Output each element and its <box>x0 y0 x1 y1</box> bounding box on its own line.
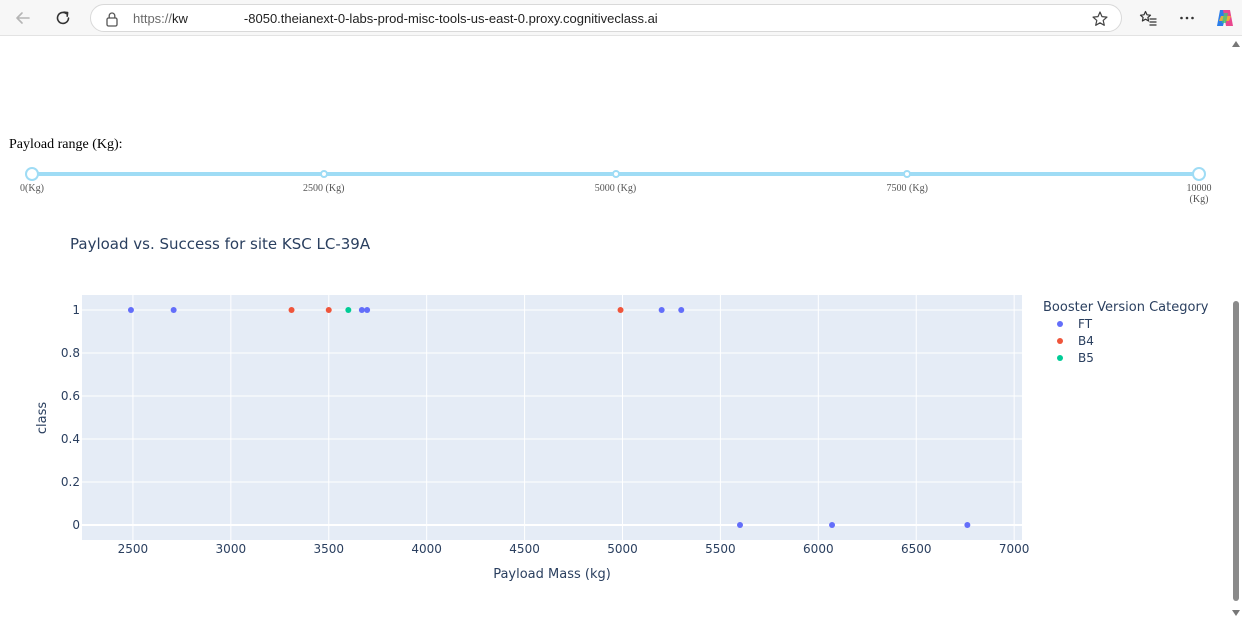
data-point-ft[interactable] <box>964 521 971 528</box>
legend-label-ft[interactable]: FT <box>1078 317 1093 331</box>
x-tick-label: 6500 <box>901 542 932 556</box>
x-tick-label: 4000 <box>411 542 442 556</box>
more-icon <box>1180 16 1194 20</box>
slider-mark-label: 2500 (Kg) <box>303 183 345 194</box>
data-point-ft[interactable] <box>358 307 365 314</box>
legend-label-b4[interactable]: B4 <box>1078 334 1094 348</box>
slider-mark-dot[interactable] <box>903 170 912 178</box>
data-point-b5[interactable] <box>345 307 352 314</box>
scroll-up-arrow[interactable] <box>1232 41 1240 47</box>
url-host-start: kw <box>172 11 188 26</box>
payload-success-chart: Payload vs. Success for site KSC LC-39A … <box>0 220 1230 620</box>
x-tick-label: 4500 <box>509 542 540 556</box>
slider-mark-label: 10000 (Kg) <box>1186 183 1212 205</box>
data-point-ft[interactable] <box>658 307 665 314</box>
refresh-icon <box>56 11 70 25</box>
slider-mark-dot[interactable] <box>319 170 328 178</box>
page-scrollbar[interactable] <box>1230 37 1242 620</box>
data-point-b4[interactable] <box>617 307 624 314</box>
x-axis-label: Payload Mass (kg) <box>493 567 611 582</box>
plot-area[interactable] <box>82 295 1022 540</box>
x-tick-label: 7000 <box>999 542 1030 556</box>
scatter-chart-svg: Payload vs. Success for site KSC LC-39A … <box>35 235 1209 582</box>
y-tick-label: 0 <box>72 518 80 532</box>
y-axis-label: class <box>35 402 50 434</box>
x-tick-label: 5500 <box>705 542 736 556</box>
payload-range-label: Payload range (Kg): <box>9 137 123 152</box>
legend-marker-ft[interactable] <box>1057 321 1063 327</box>
legend-label-b5[interactable]: B5 <box>1078 351 1094 365</box>
url-host-rest: -8050.theianext-0-labs-prod-misc-tools-u… <box>243 11 658 26</box>
refresh-button[interactable] <box>50 6 76 30</box>
x-tick-label: 6000 <box>803 542 834 556</box>
lock-icon[interactable] <box>105 11 119 27</box>
legend-marker-b4[interactable] <box>1057 338 1063 344</box>
x-tick-label: 3500 <box>313 542 344 556</box>
back-arrow-icon <box>16 12 30 24</box>
slider-mark-dot[interactable] <box>611 170 620 178</box>
y-tick-label: 1 <box>72 303 80 317</box>
y-tick-label: 0.2 <box>61 475 80 489</box>
data-point-ft[interactable] <box>737 521 743 528</box>
data-point-ft[interactable] <box>170 307 177 314</box>
favorites-button[interactable] <box>1135 6 1161 30</box>
x-tick-label: 2500 <box>118 542 149 556</box>
copilot-button[interactable] <box>1212 6 1238 30</box>
address-bar[interactable]: https://kw -8050.theianext-0-labs-prod-mi… <box>90 4 1122 32</box>
data-point-b4[interactable] <box>288 307 295 314</box>
favorites-icon <box>1139 10 1157 26</box>
y-tick-label: 0.6 <box>61 389 80 403</box>
back-button[interactable] <box>10 6 36 30</box>
browser-toolbar: https://kw -8050.theianext-0-labs-prod-mi… <box>0 0 1242 36</box>
data-point-ft[interactable] <box>829 521 836 528</box>
x-tick-label: 5000 <box>607 542 638 556</box>
slider-mark-label: 0(Kg) <box>20 183 44 194</box>
url-text[interactable]: https://kw -8050.theianext-0-labs-prod-mi… <box>133 11 658 26</box>
more-button[interactable] <box>1174 6 1200 30</box>
slider-mark-label: 7500 (Kg) <box>886 183 928 194</box>
slider-handle-min[interactable] <box>25 167 39 181</box>
x-tick-label: 3000 <box>216 542 247 556</box>
data-point-ft[interactable] <box>678 307 685 314</box>
page-content: Payload range (Kg): 0(Kg) 2500 (Kg) 5000 (… <box>0 37 1230 620</box>
data-point-ft[interactable] <box>127 307 134 314</box>
data-point-b4[interactable] <box>325 307 332 314</box>
y-tick-label: 0.8 <box>61 346 80 360</box>
chart-title: Payload vs. Success for site KSC LC-39A <box>70 235 371 253</box>
slider-mark-label: 5000 (Kg) <box>594 183 637 194</box>
data-point-ft[interactable] <box>364 307 371 314</box>
legend-marker-b5[interactable] <box>1057 355 1063 361</box>
scroll-down-arrow[interactable] <box>1232 610 1240 616</box>
copilot-icon <box>1217 10 1233 26</box>
slider-handle-max[interactable] <box>1192 167 1206 181</box>
y-tick-label: 0.4 <box>61 432 80 446</box>
legend-title: Booster Version Category <box>1043 300 1209 315</box>
scroll-thumb[interactable] <box>1233 301 1239 601</box>
star-icon[interactable] <box>1091 10 1109 28</box>
url-protocol: https:// <box>133 11 173 26</box>
